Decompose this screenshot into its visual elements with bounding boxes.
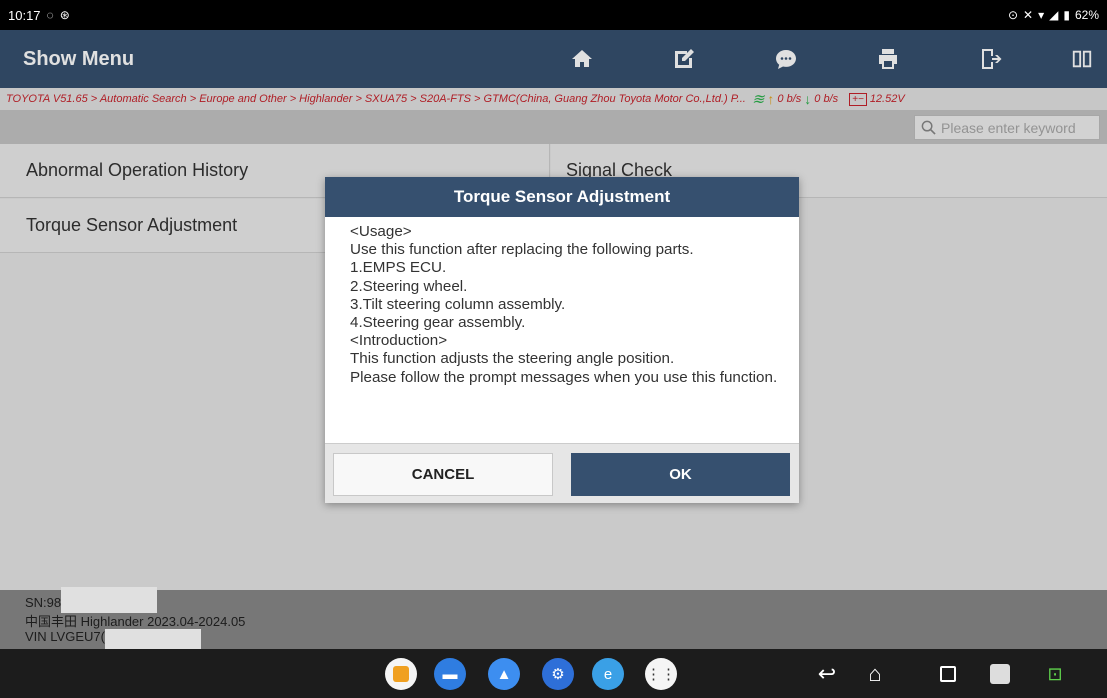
- system-nav-bar: ▬ ▲ ⚙ e ⋮⋮ ↩ ⌂ ⊡: [0, 649, 1107, 698]
- silent-icon: ✕: [1023, 8, 1034, 22]
- wifi-signal-icon: ▾: [1038, 8, 1045, 22]
- dialog-title: Torque Sensor Adjustment: [325, 177, 799, 217]
- dialog-line: <Introduction>: [350, 332, 448, 350]
- recents-icon: [940, 666, 956, 682]
- dialog-line: Please follow the prompt messages when y…: [350, 368, 778, 386]
- bluetooth-icon: ⊛: [59, 8, 70, 22]
- screenshot-icon: [990, 664, 1010, 684]
- location-icon: ⊙: [1007, 8, 1019, 22]
- browser-icon: e: [603, 665, 613, 683]
- dialog-line: Use this function after replacing the fo…: [350, 241, 694, 259]
- settings-icon: ⚙: [551, 666, 565, 683]
- home-nav-button[interactable]: ⌂: [860, 659, 890, 689]
- screen: 10:17 ◌ ⊛ ⊙ ✕ ▾ ◢ ▮ 62% Show Menu TOYOTA…: [0, 0, 1107, 698]
- recorder-icon: [393, 666, 409, 682]
- files-app[interactable]: ▬: [434, 658, 466, 690]
- battery-percent: 62%: [1074, 8, 1099, 22]
- files-icon: ▬: [442, 665, 458, 683]
- clock: 10:17: [8, 7, 41, 23]
- back-button[interactable]: ↩: [812, 659, 842, 689]
- cell-signal-icon: ◢: [1049, 8, 1059, 22]
- app-drawer-icon: ⋮⋮: [646, 666, 676, 683]
- cancel-button[interactable]: CANCEL: [333, 453, 553, 496]
- battery-icon: ▮: [1063, 8, 1070, 22]
- dialog-line: 4.Steering gear assembly.: [350, 314, 526, 332]
- app-drawer[interactable]: ⋮⋮: [645, 658, 677, 690]
- dialog-line: 2.Steering wheel.: [350, 277, 468, 295]
- gallery-app[interactable]: ▲: [488, 658, 520, 690]
- vci-icon: ⊡: [1047, 663, 1063, 684]
- ok-button[interactable]: OK: [571, 453, 790, 496]
- dialog-line: 1.EMPS ECU.: [350, 259, 447, 277]
- gallery-icon: ▲: [496, 665, 512, 683]
- dialog-button-bar: CANCEL OK: [325, 443, 799, 503]
- chat-notification-icon: ◌: [46, 8, 54, 22]
- vci-button[interactable]: ⊡: [1040, 659, 1070, 689]
- home-nav-icon: ⌂: [868, 661, 882, 686]
- settings-app[interactable]: ⚙: [542, 658, 574, 690]
- browser-app[interactable]: e: [592, 658, 624, 690]
- recorder-app[interactable]: [385, 658, 417, 690]
- torque-sensor-dialog: Torque Sensor Adjustment <Usage> Use thi…: [325, 177, 799, 503]
- back-icon: ↩: [817, 661, 837, 686]
- dialog-line: 3.Tilt steering column assembly.: [350, 295, 566, 313]
- recents-button[interactable]: [933, 659, 963, 689]
- status-bar: 10:17 ◌ ⊛ ⊙ ✕ ▾ ◢ ▮ 62%: [0, 0, 1107, 30]
- dialog-line: <Usage>: [350, 223, 412, 240]
- dialog-line: This function adjusts the steering angle…: [350, 350, 675, 368]
- dialog-message: <Usage> Use this function after replacin…: [325, 217, 799, 440]
- screenshot-button[interactable]: [985, 659, 1015, 689]
